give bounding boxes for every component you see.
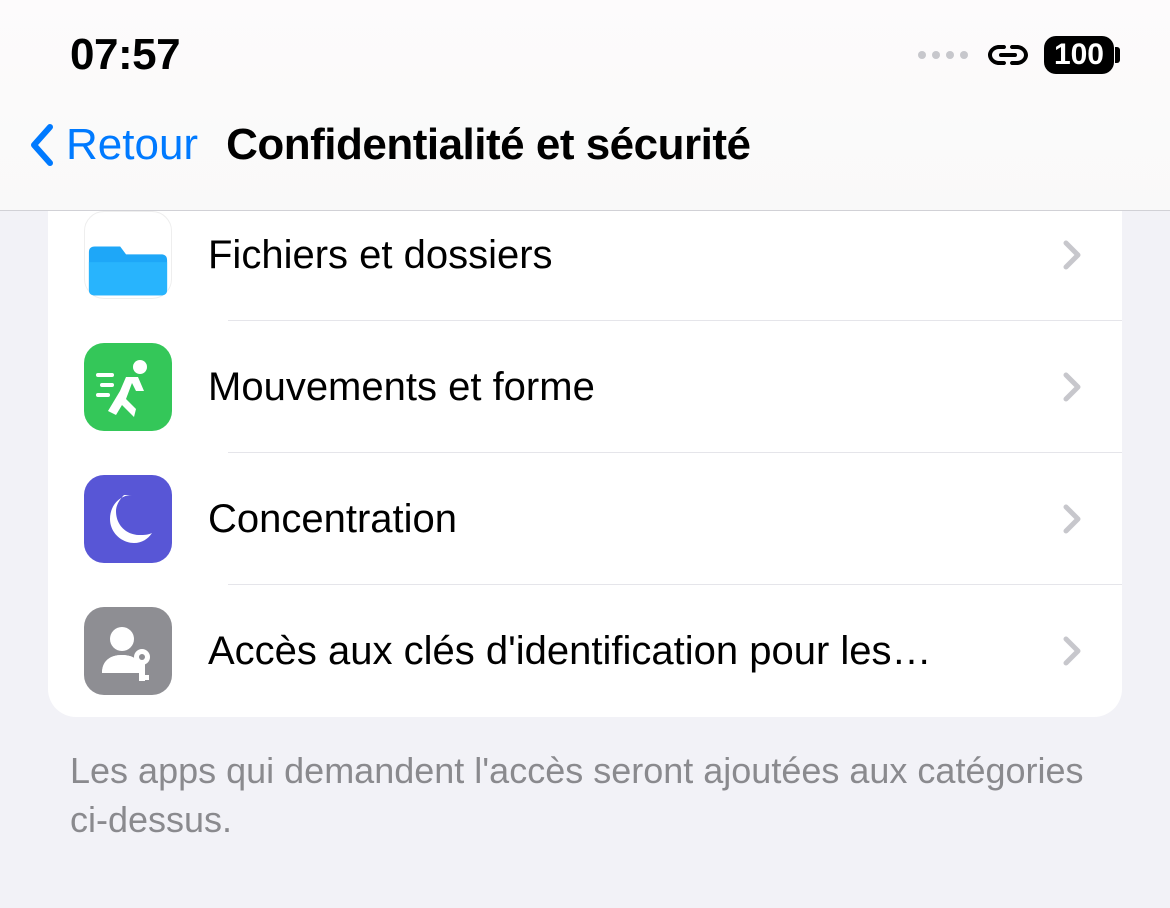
battery-level: 100: [1044, 36, 1114, 74]
list-item-passkey[interactable]: Accès aux clés d'identification pour les…: [48, 585, 1122, 717]
list-item-fitness[interactable]: Mouvements et forme: [48, 321, 1122, 453]
list-item-label: Fichiers et dossiers: [208, 233, 1026, 278]
chevron-right-icon: [1062, 371, 1082, 403]
list-item-focus[interactable]: Concentration: [48, 453, 1122, 585]
files-icon: [84, 211, 172, 299]
chevron-left-icon: [28, 123, 56, 167]
status-time: 07:57: [70, 30, 180, 80]
chevron-right-icon: [1062, 635, 1082, 667]
fitness-icon: [84, 343, 172, 431]
list-item-label: Accès aux clés d'identification pour les…: [208, 629, 1026, 674]
status-bar: 07:57 100: [0, 0, 1170, 100]
list-item-label: Concentration: [208, 497, 1026, 542]
footer-text: Les apps qui demandent l'accès seront aj…: [0, 717, 1170, 874]
moon-icon: [84, 475, 172, 563]
page-title: Confidentialité et sécurité: [226, 120, 750, 170]
content: Fichiers et dossiers Mouvements et forme: [0, 211, 1170, 874]
chevron-right-icon: [1062, 239, 1082, 271]
navigation-bar: Retour Confidentialité et sécurité: [0, 100, 1170, 211]
back-button[interactable]: Retour: [28, 120, 198, 170]
hotspot-link-icon: [986, 41, 1030, 69]
chevron-right-icon: [1062, 503, 1082, 535]
status-right: 100: [918, 36, 1120, 74]
signal-dots-icon: [918, 51, 968, 59]
back-label: Retour: [66, 120, 198, 170]
passkey-icon: [84, 607, 172, 695]
list-item-files[interactable]: Fichiers et dossiers: [48, 211, 1122, 321]
list-item-label: Mouvements et forme: [208, 365, 1026, 410]
battery-indicator: 100: [1044, 36, 1120, 74]
list-group: Fichiers et dossiers Mouvements et forme: [48, 211, 1122, 717]
